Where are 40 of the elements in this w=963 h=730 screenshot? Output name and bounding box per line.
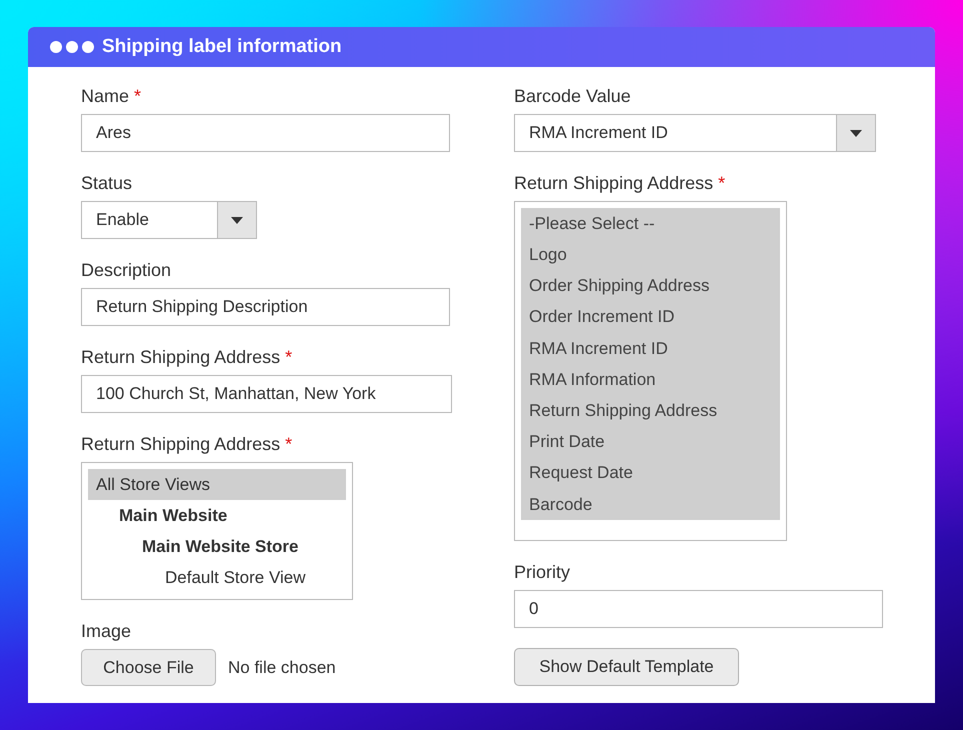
list-item[interactable]: -Please Select --: [521, 208, 780, 240]
field-label: Status: [81, 172, 132, 194]
window-title: Shipping label information: [102, 34, 342, 59]
list-item[interactable]: Print Date: [521, 426, 780, 458]
required-mark: *: [285, 346, 292, 368]
required-mark: *: [285, 432, 292, 456]
list-item[interactable]: Request Date: [521, 458, 780, 489]
list-item[interactable]: Return Shipping Address: [521, 395, 780, 426]
text-field[interactable]: Return Shipping Description: [81, 288, 450, 326]
show-template-button[interactable]: Show Default Template: [514, 648, 739, 686]
window-dots-icon: [50, 41, 94, 53]
list-item[interactable]: Logo: [521, 239, 780, 270]
field-label: Image: [81, 620, 132, 643]
tree-item[interactable]: Main Website: [88, 500, 346, 531]
caret-icon: [231, 216, 243, 224]
field-label: Return Shipping Address: [81, 432, 280, 456]
field-label: Description: [81, 258, 172, 282]
select-field[interactable]: RMA Increment ID: [514, 114, 876, 152]
tree-item[interactable]: Default Store View: [88, 562, 346, 593]
field-label: Barcode Value: [514, 84, 631, 108]
text-field[interactable]: Ares: [81, 114, 450, 152]
field-label: Priority: [514, 560, 570, 584]
text-field[interactable]: 0: [514, 590, 883, 628]
list-item[interactable]: Order Increment ID: [521, 302, 780, 333]
caret-icon: [850, 130, 862, 136]
list-item[interactable]: Barcode: [521, 488, 780, 520]
required-mark: *: [134, 84, 142, 108]
list-item[interactable]: RMA Increment ID: [521, 332, 780, 364]
field-label: Return Shipping Address: [514, 172, 714, 195]
tree-item[interactable]: All Store Views: [88, 469, 346, 500]
select-field[interactable]: Enable: [81, 201, 257, 239]
choose-file-button[interactable]: Choose File: [81, 649, 216, 686]
required-mark: *: [718, 172, 726, 194]
list-item[interactable]: RMA Information: [521, 364, 780, 396]
list-item[interactable]: Order Shipping Address: [521, 270, 780, 302]
field-label: Return Shipping Address: [81, 346, 280, 369]
tree-item[interactable]: Main Website Store: [88, 531, 346, 562]
file-status: No file chosen: [228, 656, 336, 679]
field-label: Name: [81, 84, 130, 108]
text-field[interactable]: 100 Church St, Manhattan, New York: [81, 375, 452, 413]
